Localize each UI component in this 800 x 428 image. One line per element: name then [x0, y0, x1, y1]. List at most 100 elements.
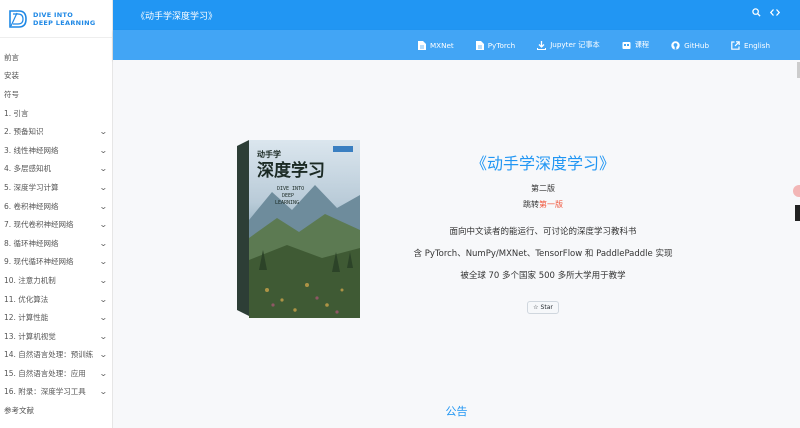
chevron-down-icon[interactable]: ⌄	[99, 332, 108, 341]
main-content: 动手学 深度学习 DIVE INTO DEEP LEARNING 《动手学深度学…	[113, 60, 800, 428]
sidebar-item[interactable]: 10. 注意力机制 ⌄	[0, 271, 112, 290]
hero-edition: 第二版	[531, 184, 555, 193]
chevron-down-icon[interactable]: ⌄	[99, 350, 108, 359]
sidebar-item-label: 14. 自然语言处理：预训练	[4, 350, 94, 360]
first-edition-link[interactable]: 第一版	[539, 200, 563, 209]
chevron-down-icon[interactable]: ⌄	[99, 183, 108, 192]
link-mxnet-label: MXNet	[429, 40, 454, 50]
chevron-down-icon[interactable]: ⌄	[99, 220, 108, 229]
hero-switch-prefix: 跳转	[523, 200, 539, 209]
sidebar-item[interactable]: 15. 自然语言处理：应用 ⌄	[0, 364, 112, 383]
sidebar-item-label: 9. 现代循环神经网络	[4, 257, 74, 267]
sidebar-item-label: 前言	[4, 52, 19, 62]
chevron-down-icon[interactable]: ⌄	[99, 202, 108, 211]
sidebar-item-label: 13. 计算机视觉	[4, 331, 56, 341]
hero-text: 《动手学深度学习》 第二版 跳转第一版 面向中文读者的能运行、可讨论的深度学习教…	[383, 150, 703, 314]
download-icon	[537, 40, 547, 50]
sidebar-item[interactable]: 12. 计算性能 ⌄	[0, 308, 112, 327]
logo-text: DIVE INTO DEEP LEARNING	[33, 11, 95, 27]
sidebar-item[interactable]: 14. 自然语言处理：预训练 ⌄	[0, 346, 112, 365]
sidebar-item[interactable]: 5. 深度学习计算 ⌄	[0, 178, 112, 197]
sidebar-item[interactable]: 6. 卷积神经网络 ⌄	[0, 197, 112, 216]
star-icon: ☆	[533, 304, 539, 311]
link-pytorch[interactable]: PyTorch	[475, 40, 516, 50]
book-cover-title: 深度学习	[257, 160, 325, 181]
chevron-down-icon[interactable]: ⌄	[99, 239, 108, 248]
chevron-down-icon[interactable]: ⌄	[99, 127, 108, 136]
sidebar-item[interactable]: 2. 预备知识 ⌄	[0, 122, 112, 141]
sidebar-item-label: 12. 计算性能	[4, 313, 49, 323]
book-cover-en-3: LEARNING	[275, 200, 299, 206]
sidebar-item-label: 16. 附录：深度学习工具	[4, 387, 86, 397]
secondary-nav: MXNet PyTorch Jupyter 记事本 课程 GitHub Engl…	[113, 30, 800, 60]
sidebar-item-label: 参考文献	[4, 406, 34, 416]
sidebar-nav: 前言 安装 符号 1. 引言 2. 预备知识 ⌄ 3. 线性神经网络 ⌄ 4. 多层感知机 ⌄ 5.…	[0, 38, 112, 420]
search-icon[interactable]	[752, 8, 761, 17]
notice-heading: 公告	[445, 405, 468, 418]
link-jupyter-label: Jupyter 记事本	[550, 40, 600, 49]
external-link-icon	[731, 40, 740, 50]
github-star-button[interactable]: ☆ Star	[527, 301, 559, 314]
book-cover-en-2: DEEP	[282, 193, 294, 199]
chevron-down-icon[interactable]: ⌄	[99, 257, 108, 266]
book-cover-en-1: DIVE INTO	[277, 186, 304, 192]
sidebar-item[interactable]: 16. 附录：深度学习工具 ⌄	[0, 383, 112, 402]
sidebar-item-label: 3. 线性神经网络	[4, 145, 59, 155]
side-panel-tab[interactable]	[795, 205, 800, 221]
hero-frameworks: 含 PyTorch、NumPy/MXNet、TensorFlow 和 Paddl…	[413, 249, 673, 259]
sidebar-item-label: 6. 卷积神经网络	[4, 201, 59, 211]
sidebar-item[interactable]: 前言	[0, 48, 112, 67]
link-mxnet[interactable]: MXNet	[417, 40, 454, 50]
sidebar-item-label: 8. 循环神经网络	[4, 238, 59, 248]
github-icon	[671, 40, 680, 50]
link-course-label: 课程	[634, 40, 650, 49]
logo[interactable]: DIVE INTO DEEP LEARNING	[0, 0, 112, 38]
header-tools	[752, 8, 780, 17]
link-github[interactable]: GitHub	[671, 41, 709, 50]
top-bar: 《动手学深度学习》	[113, 0, 800, 30]
sidebar-item[interactable]: 9. 现代循环神经网络 ⌄	[0, 253, 112, 272]
sidebar-item[interactable]: 11. 优化算法 ⌄	[0, 290, 112, 309]
file-icon	[417, 40, 426, 50]
chevron-down-icon[interactable]: ⌄	[99, 146, 108, 155]
logo-line-1: DIVE INTO	[33, 10, 74, 19]
file-icon	[475, 40, 484, 50]
floating-widget-tab[interactable]	[793, 185, 800, 197]
hero-adoption: 被全球 70 多个国家 500 多所大学用于教学	[460, 271, 626, 281]
sidebar-item-label: 5. 深度学习计算	[4, 182, 59, 192]
sidebar-item-label: 15. 自然语言处理：应用	[4, 368, 86, 378]
chevron-down-icon[interactable]: ⌄	[99, 295, 108, 304]
sidebar: DIVE INTO DEEP LEARNING 前言 安装 符号 1. 引言 2. 预备…	[0, 0, 113, 428]
sidebar-item[interactable]: 13. 计算机视觉 ⌄	[0, 327, 112, 346]
sidebar-item-label: 4. 多层感知机	[4, 164, 52, 174]
hero-section: 动手学 深度学习 DIVE INTO DEEP LEARNING 《动手学深度学…	[113, 60, 800, 390]
sidebar-item-label: 符号	[4, 89, 19, 99]
link-english[interactable]: English	[731, 41, 770, 50]
chevron-down-icon[interactable]: ⌄	[99, 313, 108, 322]
sidebar-item[interactable]: 8. 循环神经网络 ⌄	[0, 234, 112, 253]
sidebar-item[interactable]: 3. 线性神经网络 ⌄	[0, 141, 112, 160]
sidebar-item[interactable]: 4. 多层感知机 ⌄	[0, 160, 112, 179]
chevron-down-icon[interactable]: ⌄	[99, 164, 108, 173]
link-github-label: GitHub	[684, 40, 710, 50]
link-course[interactable]: 课程	[622, 40, 649, 50]
link-pytorch-label: PyTorch	[487, 40, 516, 50]
sidebar-item[interactable]: 参考文献	[0, 401, 112, 420]
sidebar-item-label: 2. 预备知识	[4, 127, 44, 137]
book-logo-icon	[9, 9, 27, 28]
chevron-down-icon[interactable]: ⌄	[99, 276, 108, 285]
sidebar-item[interactable]: 7. 现代卷积神经网络 ⌄	[0, 215, 112, 234]
chevron-down-icon[interactable]: ⌄	[99, 369, 108, 378]
chevron-down-icon[interactable]: ⌄	[99, 387, 108, 396]
course-icon	[622, 41, 631, 49]
sidebar-item[interactable]: 1. 引言	[0, 104, 112, 123]
sidebar-item[interactable]: 安装	[0, 67, 112, 86]
sidebar-item-label: 11. 优化算法	[4, 294, 49, 304]
book-cover-prefix: 动手学	[257, 149, 281, 159]
hero-description: 面向中文读者的能运行、可讨论的深度学习教科书	[449, 227, 637, 237]
sidebar-item[interactable]: 符号	[0, 85, 112, 104]
header-title[interactable]: 《动手学深度学习》	[136, 9, 217, 22]
link-jupyter[interactable]: Jupyter 记事本	[537, 40, 600, 50]
hero-switch: 跳转第一版	[383, 199, 703, 210]
code-icon[interactable]	[770, 8, 780, 17]
